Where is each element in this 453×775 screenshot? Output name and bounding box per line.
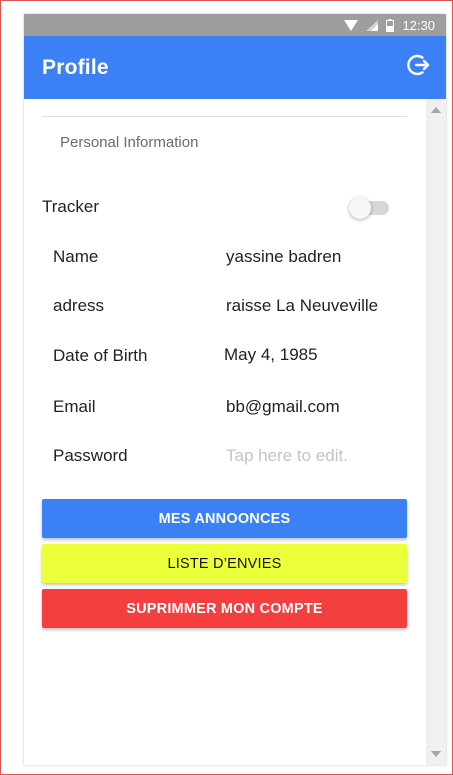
tracker-toggle[interactable] [349, 197, 389, 219]
battery-icon [386, 18, 395, 32]
delete-account-button[interactable]: SUPRIMMER MON COMPTE [42, 589, 407, 628]
date-of-birth-value[interactable]: May 4, 1985 [224, 345, 318, 365]
page-title: Profile [42, 55, 109, 79]
tracker-label: Tracker [42, 197, 99, 216]
email-label: Email [53, 397, 96, 416]
profile-content: Personal Information Tracker Name yassin… [24, 99, 426, 765]
section-title: Personal Information [60, 134, 199, 151]
scroll-down-icon[interactable] [431, 751, 441, 757]
status-time: 12:30 [402, 17, 435, 33]
mes-annonces-button[interactable]: MES ANNOONCES [42, 499, 407, 538]
scrollbar[interactable] [426, 99, 446, 765]
name-value[interactable]: yassine badren [226, 247, 341, 267]
app-bar: Profile [24, 36, 446, 99]
toggle-thumb [349, 197, 371, 219]
scroll-up-icon[interactable] [431, 107, 441, 113]
status-bar: 12:30 [24, 14, 446, 36]
password-label: Password [53, 446, 128, 465]
phone-screen: 12:30 Profile Personal Information Track… [24, 14, 446, 765]
password-field[interactable]: Tap here to edit. [226, 446, 348, 466]
wifi-icon [344, 19, 359, 31]
logout-icon [407, 53, 431, 82]
cell-signal-icon [366, 19, 379, 31]
section-divider [42, 116, 407, 117]
address-label: adress [53, 296, 105, 315]
address-value[interactable]: raisse La Neuveville [226, 296, 378, 316]
name-label: Name [53, 247, 99, 266]
liste-envies-button[interactable]: LISTE D’ENVIES [42, 544, 407, 583]
date-of-birth-label: Date of Birth [53, 346, 148, 365]
logout-button[interactable] [406, 53, 432, 82]
email-value[interactable]: bb@gmail.com [226, 397, 340, 417]
